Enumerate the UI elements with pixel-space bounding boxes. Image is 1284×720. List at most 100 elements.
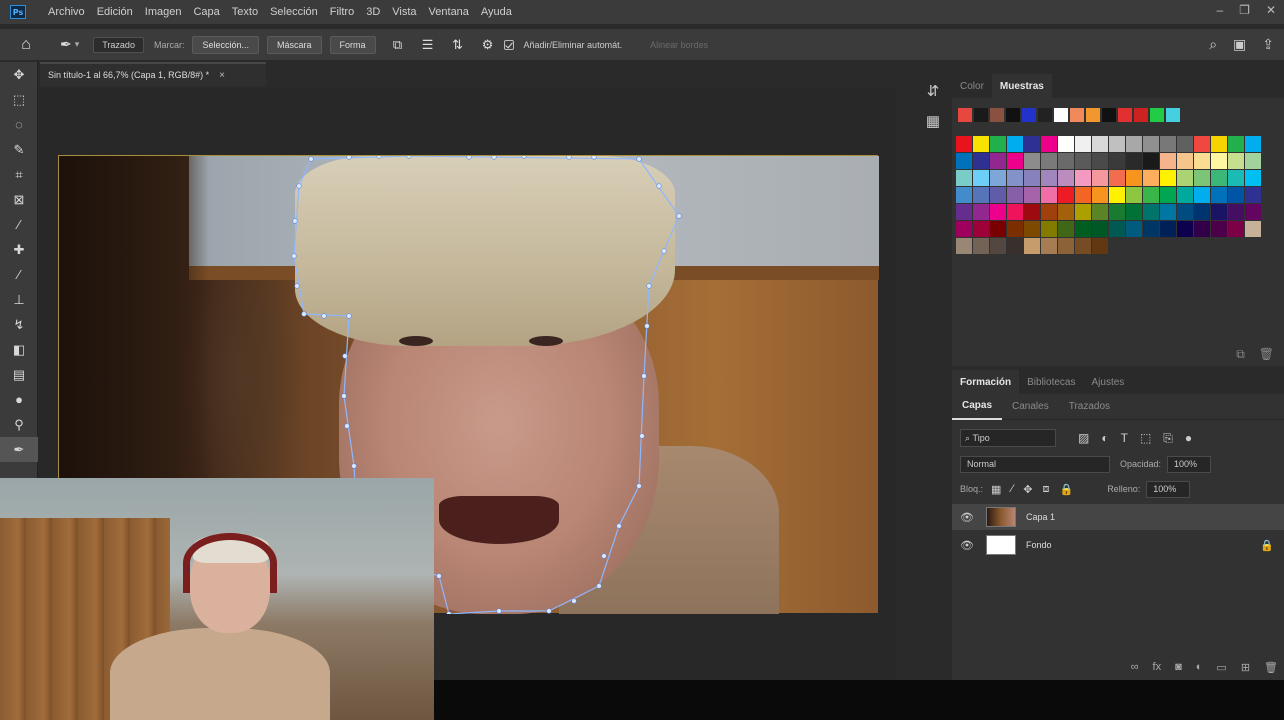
tab-paths[interactable]: Trazados: [1059, 394, 1120, 420]
swatch[interactable]: [1177, 187, 1193, 203]
swatch[interactable]: [1075, 170, 1091, 186]
lock-position-icon[interactable]: ✥: [1023, 483, 1032, 496]
restore-icon[interactable]: ❐: [1239, 3, 1250, 17]
swatch[interactable]: [1041, 153, 1057, 169]
swatch[interactable]: [1041, 187, 1057, 203]
swatch[interactable]: [1211, 187, 1227, 203]
recent-swatch[interactable]: [1054, 108, 1068, 122]
smart-object-filter-icon[interactable]: ⎘: [1163, 431, 1173, 446]
swatch[interactable]: [973, 136, 989, 152]
selection-button[interactable]: Selección...: [192, 35, 259, 54]
swatch[interactable]: [1024, 153, 1040, 169]
swatch[interactable]: [1092, 187, 1108, 203]
filter-toggle-icon[interactable]: ●: [1185, 431, 1192, 446]
menu-ayuda[interactable]: Ayuda: [475, 6, 518, 18]
new-group-icon[interactable]: ▭: [1216, 661, 1226, 674]
stamp-icon[interactable]: ⊥: [0, 287, 38, 312]
frame-icon[interactable]: ⊠: [0, 187, 38, 212]
swatch[interactable]: [1194, 170, 1210, 186]
recent-swatch[interactable]: [1102, 108, 1116, 122]
swatch[interactable]: [1194, 221, 1210, 237]
swatch[interactable]: [1092, 170, 1108, 186]
swatch[interactable]: [1024, 170, 1040, 186]
swatch[interactable]: [956, 187, 972, 203]
swatch[interactable]: [1143, 136, 1159, 152]
recent-swatch[interactable]: [1166, 108, 1180, 122]
swatch[interactable]: [1007, 170, 1023, 186]
tab-adjustments[interactable]: Ajustes: [1083, 370, 1132, 394]
swatch[interactable]: [1109, 136, 1125, 152]
tab-swatches[interactable]: Muestras: [991, 74, 1052, 98]
opacity-input[interactable]: 100%: [1167, 455, 1212, 473]
recent-swatch[interactable]: [1022, 108, 1036, 122]
menu-imagen[interactable]: Imagen: [139, 6, 188, 18]
swatch[interactable]: [1245, 221, 1261, 237]
path-alignment-icon[interactable]: ☰: [420, 37, 436, 53]
swatch[interactable]: [1160, 187, 1176, 203]
properties-icon[interactable]: ▦: [916, 106, 950, 136]
swatch[interactable]: [1228, 187, 1244, 203]
swatch[interactable]: [1075, 238, 1091, 254]
swatch[interactable]: [1228, 204, 1244, 220]
pen-icon[interactable]: ✒: [0, 437, 38, 462]
swatch[interactable]: [1245, 170, 1261, 186]
swatch[interactable]: [1211, 204, 1227, 220]
recent-swatch[interactable]: [958, 108, 972, 122]
swatch[interactable]: [1109, 153, 1125, 169]
history-brush-icon[interactable]: ↯: [0, 312, 38, 337]
swatch[interactable]: [1211, 136, 1227, 152]
swatch[interactable]: [1160, 221, 1176, 237]
swatch[interactable]: [956, 238, 972, 254]
close-window-icon[interactable]: ✕: [1266, 3, 1276, 17]
share-icon[interactable]: ⇪: [1262, 36, 1274, 53]
swatch[interactable]: [1143, 187, 1159, 203]
swatch[interactable]: [1024, 136, 1040, 152]
marquee-icon[interactable]: ⬚: [0, 87, 38, 112]
layer-filter-select[interactable]: ⌕ Tipo: [960, 429, 1056, 447]
recent-swatch[interactable]: [1070, 108, 1084, 122]
swatch[interactable]: [1007, 153, 1023, 169]
menu-3d[interactable]: 3D: [360, 6, 386, 18]
swatch[interactable]: [1058, 187, 1074, 203]
visibility-eye-icon[interactable]: 👁: [960, 539, 980, 552]
recent-swatch[interactable]: [974, 108, 988, 122]
swatch[interactable]: [1228, 221, 1244, 237]
swatch[interactable]: [1058, 136, 1074, 152]
tab-color[interactable]: Color: [952, 74, 992, 98]
swatch[interactable]: [1092, 136, 1108, 152]
menu-edicion[interactable]: Edición: [91, 6, 139, 18]
swatch[interactable]: [1058, 153, 1074, 169]
search-icon[interactable]: ⌕: [1209, 36, 1217, 53]
swatch[interactable]: [1058, 238, 1074, 254]
lock-artboard-icon[interactable]: ⧈: [1042, 483, 1049, 496]
visibility-eye-icon[interactable]: 👁: [960, 511, 980, 524]
type-filter-icon[interactable]: T: [1121, 431, 1128, 446]
swatch[interactable]: [956, 153, 972, 169]
dodge-icon[interactable]: ⚲: [0, 412, 38, 437]
menu-filtro[interactable]: Filtro: [324, 6, 360, 18]
new-layer-icon[interactable]: ⊞: [1241, 661, 1250, 674]
recent-swatch[interactable]: [1118, 108, 1132, 122]
swatch[interactable]: [1160, 136, 1176, 152]
lock-all-icon[interactable]: 🔒: [1059, 483, 1073, 496]
swatch[interactable]: [1143, 170, 1159, 186]
quick-select-icon[interactable]: ✎: [0, 137, 38, 162]
healing-icon[interactable]: ✚: [0, 237, 38, 262]
swatch[interactable]: [1194, 204, 1210, 220]
swatch[interactable]: [990, 221, 1006, 237]
swatch[interactable]: [1041, 170, 1057, 186]
swatch[interactable]: [1007, 238, 1023, 254]
path-operations-icon[interactable]: ⧉: [390, 37, 406, 53]
swatch[interactable]: [1228, 153, 1244, 169]
shape-filter-icon[interactable]: ⬚: [1140, 431, 1151, 446]
swatch[interactable]: [1177, 221, 1193, 237]
swatch[interactable]: [1024, 204, 1040, 220]
swatch[interactable]: [956, 136, 972, 152]
swatch[interactable]: [1109, 221, 1125, 237]
swatch[interactable]: [1177, 136, 1193, 152]
swatch[interactable]: [1160, 204, 1176, 220]
swatch[interactable]: [1058, 221, 1074, 237]
swatch[interactable]: [1075, 136, 1091, 152]
new-group-icon[interactable]: ⧉: [1236, 347, 1245, 362]
swatch[interactable]: [1228, 136, 1244, 152]
